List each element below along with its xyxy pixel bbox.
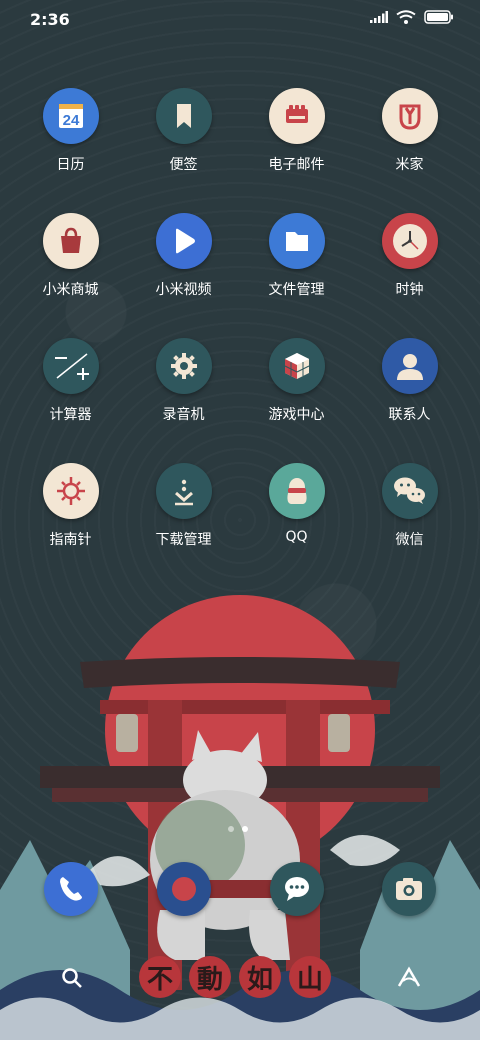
app-contacts[interactable]: 联系人	[353, 338, 466, 424]
mail-icon	[268, 88, 325, 144]
app-clock[interactable]: 时钟	[353, 213, 466, 299]
qq-icon	[268, 463, 325, 519]
app-compass[interactable]: 指南针	[14, 463, 127, 549]
status-icons	[370, 10, 454, 24]
app-wechat[interactable]: 微信	[353, 463, 466, 549]
camera-icon[interactable]	[382, 862, 436, 916]
app-mi-video[interactable]: 小米视频	[127, 213, 240, 299]
page-dot-active	[242, 826, 248, 832]
app-qq[interactable]: QQ	[240, 463, 353, 545]
slogan-char: 不	[139, 956, 181, 998]
app-label: 计算器	[49, 407, 92, 423]
app-label: 时钟	[395, 282, 424, 298]
app-label: QQ	[285, 529, 308, 545]
app-label: 下载管理	[155, 532, 212, 548]
search-icon[interactable]	[60, 966, 84, 990]
calculator-icon	[42, 338, 99, 394]
app-label: 米家	[395, 157, 424, 173]
app-game-center[interactable]: 游戏中心	[240, 338, 353, 424]
app-label: 微信	[395, 532, 424, 548]
app-email[interactable]: 电子邮件	[240, 88, 353, 174]
video-play-icon	[155, 213, 212, 269]
calendar-date: 24	[62, 112, 79, 129]
slogan-char: 動	[189, 956, 231, 998]
app-calendar[interactable]: 24 日历	[14, 88, 127, 174]
app-label: 便签	[169, 157, 198, 173]
slogan-char: 如	[239, 956, 281, 998]
calendar-icon: 24	[42, 88, 99, 144]
bookmark-icon	[155, 88, 212, 144]
app-downloads[interactable]: 下载管理	[127, 463, 240, 549]
recorder-gear-icon	[155, 338, 212, 394]
app-recorder[interactable]: 录音机	[127, 338, 240, 424]
wallpaper-slogan: 不 動 如 山	[139, 956, 331, 998]
wechat-icon	[381, 463, 438, 519]
download-icon	[155, 463, 212, 519]
app-label: 录音机	[162, 407, 205, 423]
battery-icon	[424, 10, 453, 24]
page-dot	[228, 826, 234, 832]
message-icon[interactable]	[270, 862, 324, 916]
app-mijia[interactable]: 米家	[353, 88, 466, 174]
wifi-icon	[396, 10, 416, 24]
phone-icon[interactable]	[44, 862, 98, 916]
mijia-icon	[381, 88, 438, 144]
folder-icon	[268, 213, 325, 269]
contact-person-icon	[381, 338, 438, 394]
browser-icon[interactable]	[157, 862, 211, 916]
app-label: 日历	[56, 157, 85, 173]
app-label: 联系人	[388, 407, 431, 423]
signal-icon	[370, 11, 388, 23]
lantern	[116, 714, 138, 752]
app-label: 游戏中心	[268, 407, 325, 423]
app-label: 电子邮件	[268, 157, 325, 173]
shopping-bag-icon	[42, 213, 99, 269]
app-notes[interactable]: 便签	[127, 88, 240, 174]
clock-icon	[381, 213, 438, 269]
assistant-icon[interactable]	[396, 966, 422, 990]
app-label: 指南针	[49, 532, 92, 548]
game-cube-icon	[268, 338, 325, 394]
app-calculator[interactable]: 计算器	[14, 338, 127, 424]
app-label: 小米视频	[155, 282, 212, 298]
status-bar: 2:36	[0, 0, 480, 40]
app-label: 文件管理	[268, 282, 325, 298]
page-indicator	[228, 826, 248, 832]
app-label: 小米商城	[42, 282, 99, 298]
lantern	[328, 714, 350, 752]
slogan-char: 山	[289, 956, 331, 998]
compass-icon	[42, 463, 99, 519]
status-time: 2:36	[30, 10, 70, 29]
app-file-manager[interactable]: 文件管理	[240, 213, 353, 299]
app-mi-store[interactable]: 小米商城	[14, 213, 127, 299]
